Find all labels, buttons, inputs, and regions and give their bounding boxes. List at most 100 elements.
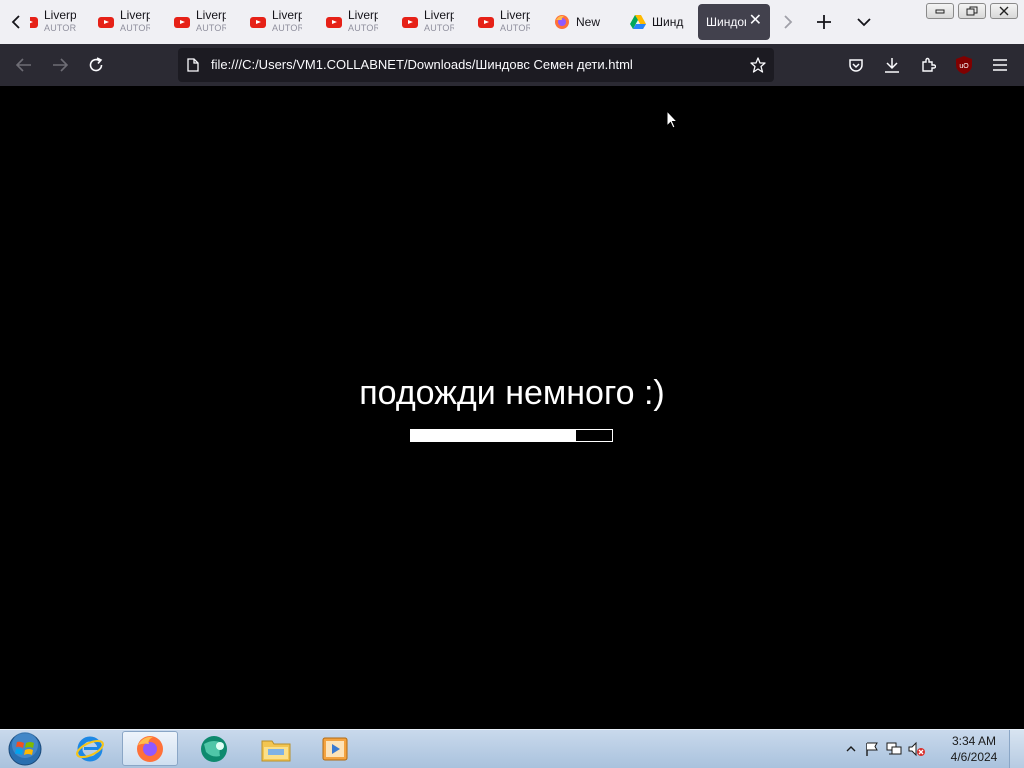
tab-title: Liverp — [272, 9, 302, 22]
chevron-right-icon — [784, 15, 793, 29]
address-bar[interactable]: file:///C:/Users/VM1.COLLABNET/Downloads… — [178, 48, 774, 82]
ublock-origin-icon: uO — [956, 56, 972, 74]
progress-bar-fill — [411, 430, 576, 441]
downloads-button[interactable] — [876, 49, 908, 81]
close-tab-icon[interactable]: ✕ — [749, 13, 762, 29]
puzzle-icon — [922, 57, 936, 72]
progress-bar — [410, 429, 613, 442]
tab-4[interactable]: Liverp AUTOR — [320, 4, 392, 40]
network-icon[interactable] — [886, 741, 902, 757]
taskbar-internet-explorer[interactable] — [62, 731, 118, 766]
file-explorer-icon — [261, 740, 291, 761]
tab-title: New T — [576, 15, 602, 29]
bookmark-star-icon[interactable] — [750, 57, 766, 73]
tab-title: Liverp — [424, 9, 454, 22]
back-arrow-icon — [16, 58, 31, 72]
youtube-icon — [402, 14, 418, 30]
ublock-button[interactable]: uO — [948, 49, 980, 81]
svg-text:uO: uO — [959, 63, 969, 70]
system-tray — [840, 730, 926, 768]
loading-message: подожди немного :) — [359, 374, 665, 412]
reload-button[interactable] — [80, 49, 112, 81]
plus-icon — [817, 15, 831, 29]
new-tab-button[interactable] — [808, 6, 840, 38]
minimize-icon — [935, 9, 945, 14]
restore-button[interactable] — [958, 3, 986, 19]
restore-icon — [966, 6, 978, 16]
tab-subtitle: AUTOR — [348, 23, 378, 33]
show-desktop-button[interactable] — [1009, 730, 1024, 768]
clock-date: 4/6/2024 — [950, 750, 998, 764]
internet-explorer-icon — [76, 736, 104, 761]
youtube-icon — [250, 14, 266, 30]
youtube-icon — [174, 14, 190, 30]
youtube-icon — [98, 14, 114, 30]
list-all-tabs-button[interactable] — [848, 6, 880, 38]
chevron-down-icon — [857, 18, 871, 27]
forward-arrow-icon — [53, 58, 68, 72]
pocket-icon — [849, 59, 863, 72]
firefox-icon — [554, 14, 570, 30]
forward-button[interactable] — [44, 49, 76, 81]
download-icon — [885, 58, 899, 73]
chevron-left-icon — [11, 15, 20, 29]
pocket-button[interactable] — [840, 49, 872, 81]
tab-title: Liverp — [500, 9, 530, 22]
tab-active[interactable]: Шиндов ✕ — [698, 4, 770, 40]
tab-1[interactable]: Liverp AUTOR — [92, 4, 164, 40]
tab-6[interactable]: Liverp AUTOR — [472, 4, 544, 40]
taskbar-app-globe[interactable] — [186, 731, 242, 766]
show-hidden-icons-icon[interactable] — [846, 744, 856, 754]
youtube-icon — [30, 14, 38, 30]
tab-7[interactable]: New T — [548, 4, 620, 40]
tab-title: Шинд — [652, 15, 684, 29]
reload-icon — [89, 57, 103, 72]
menu-button[interactable] — [984, 49, 1016, 81]
taskbar: 3:34 AM 4/6/2024 — [0, 729, 1024, 768]
taskbar-media-player[interactable] — [308, 731, 364, 766]
tab-8[interactable]: Шинд — [624, 4, 696, 40]
close-window-button[interactable] — [990, 3, 1018, 19]
clock[interactable]: 3:34 AM 4/6/2024 — [942, 733, 1006, 765]
taskbar-file-explorer[interactable] — [248, 731, 304, 766]
tab-title: Шиндов — [706, 15, 746, 29]
tab-subtitle: AUTOR — [44, 23, 76, 33]
tab-title: Liverp — [348, 9, 378, 22]
tab-subtitle: AUTOR — [424, 23, 454, 33]
google-drive-icon — [630, 14, 646, 30]
youtube-icon — [478, 14, 494, 30]
page-content: подожди немного :) — [0, 86, 1024, 729]
back-button[interactable] — [8, 49, 40, 81]
tab-title: Liverp — [196, 9, 226, 22]
youtube-icon — [326, 14, 342, 30]
extensions-button[interactable] — [912, 49, 944, 81]
tab-subtitle: AUTOR — [120, 23, 150, 33]
tab-title: Liverp — [120, 9, 150, 22]
action-center-flag-icon[interactable] — [864, 741, 880, 757]
hamburger-menu-icon — [993, 59, 1007, 71]
app-globe-icon — [201, 735, 227, 762]
tab-subtitle: AUTOR — [500, 23, 530, 33]
clock-time: 3:34 AM — [951, 734, 997, 748]
file-icon — [187, 58, 199, 72]
tab-subtitle: AUTOR — [196, 23, 226, 33]
start-button[interactable] — [6, 731, 44, 767]
firefox-icon — [137, 735, 163, 762]
close-icon — [999, 6, 1009, 16]
scroll-tabs-right-button[interactable] — [774, 6, 802, 38]
volume-muted-icon[interactable] — [908, 741, 926, 757]
url-text: file:///C:/Users/VM1.COLLABNET/Downloads… — [211, 57, 633, 72]
tab-title: Liverp — [44, 9, 76, 22]
media-player-icon — [322, 737, 348, 760]
navigation-toolbar: file:///C:/Users/VM1.COLLABNET/Downloads… — [0, 44, 1024, 86]
tab-3[interactable]: Liverp AUTOR — [244, 4, 316, 40]
minimize-button[interactable] — [926, 3, 954, 19]
tab-5[interactable]: Liverp AUTOR — [396, 4, 468, 40]
mouse-cursor-icon — [666, 110, 678, 129]
tab-0[interactable]: Liverp AUTOR — [26, 4, 78, 40]
tab-subtitle: AUTOR — [272, 23, 302, 33]
taskbar-firefox[interactable] — [122, 731, 178, 766]
tab-2[interactable]: Liverp AUTOR — [168, 4, 240, 40]
tab-strip: Liverp AUTOR Liverp AUTOR Liverp AUTOR Live… — [0, 0, 1024, 44]
windows-start-orb-icon — [8, 732, 42, 766]
